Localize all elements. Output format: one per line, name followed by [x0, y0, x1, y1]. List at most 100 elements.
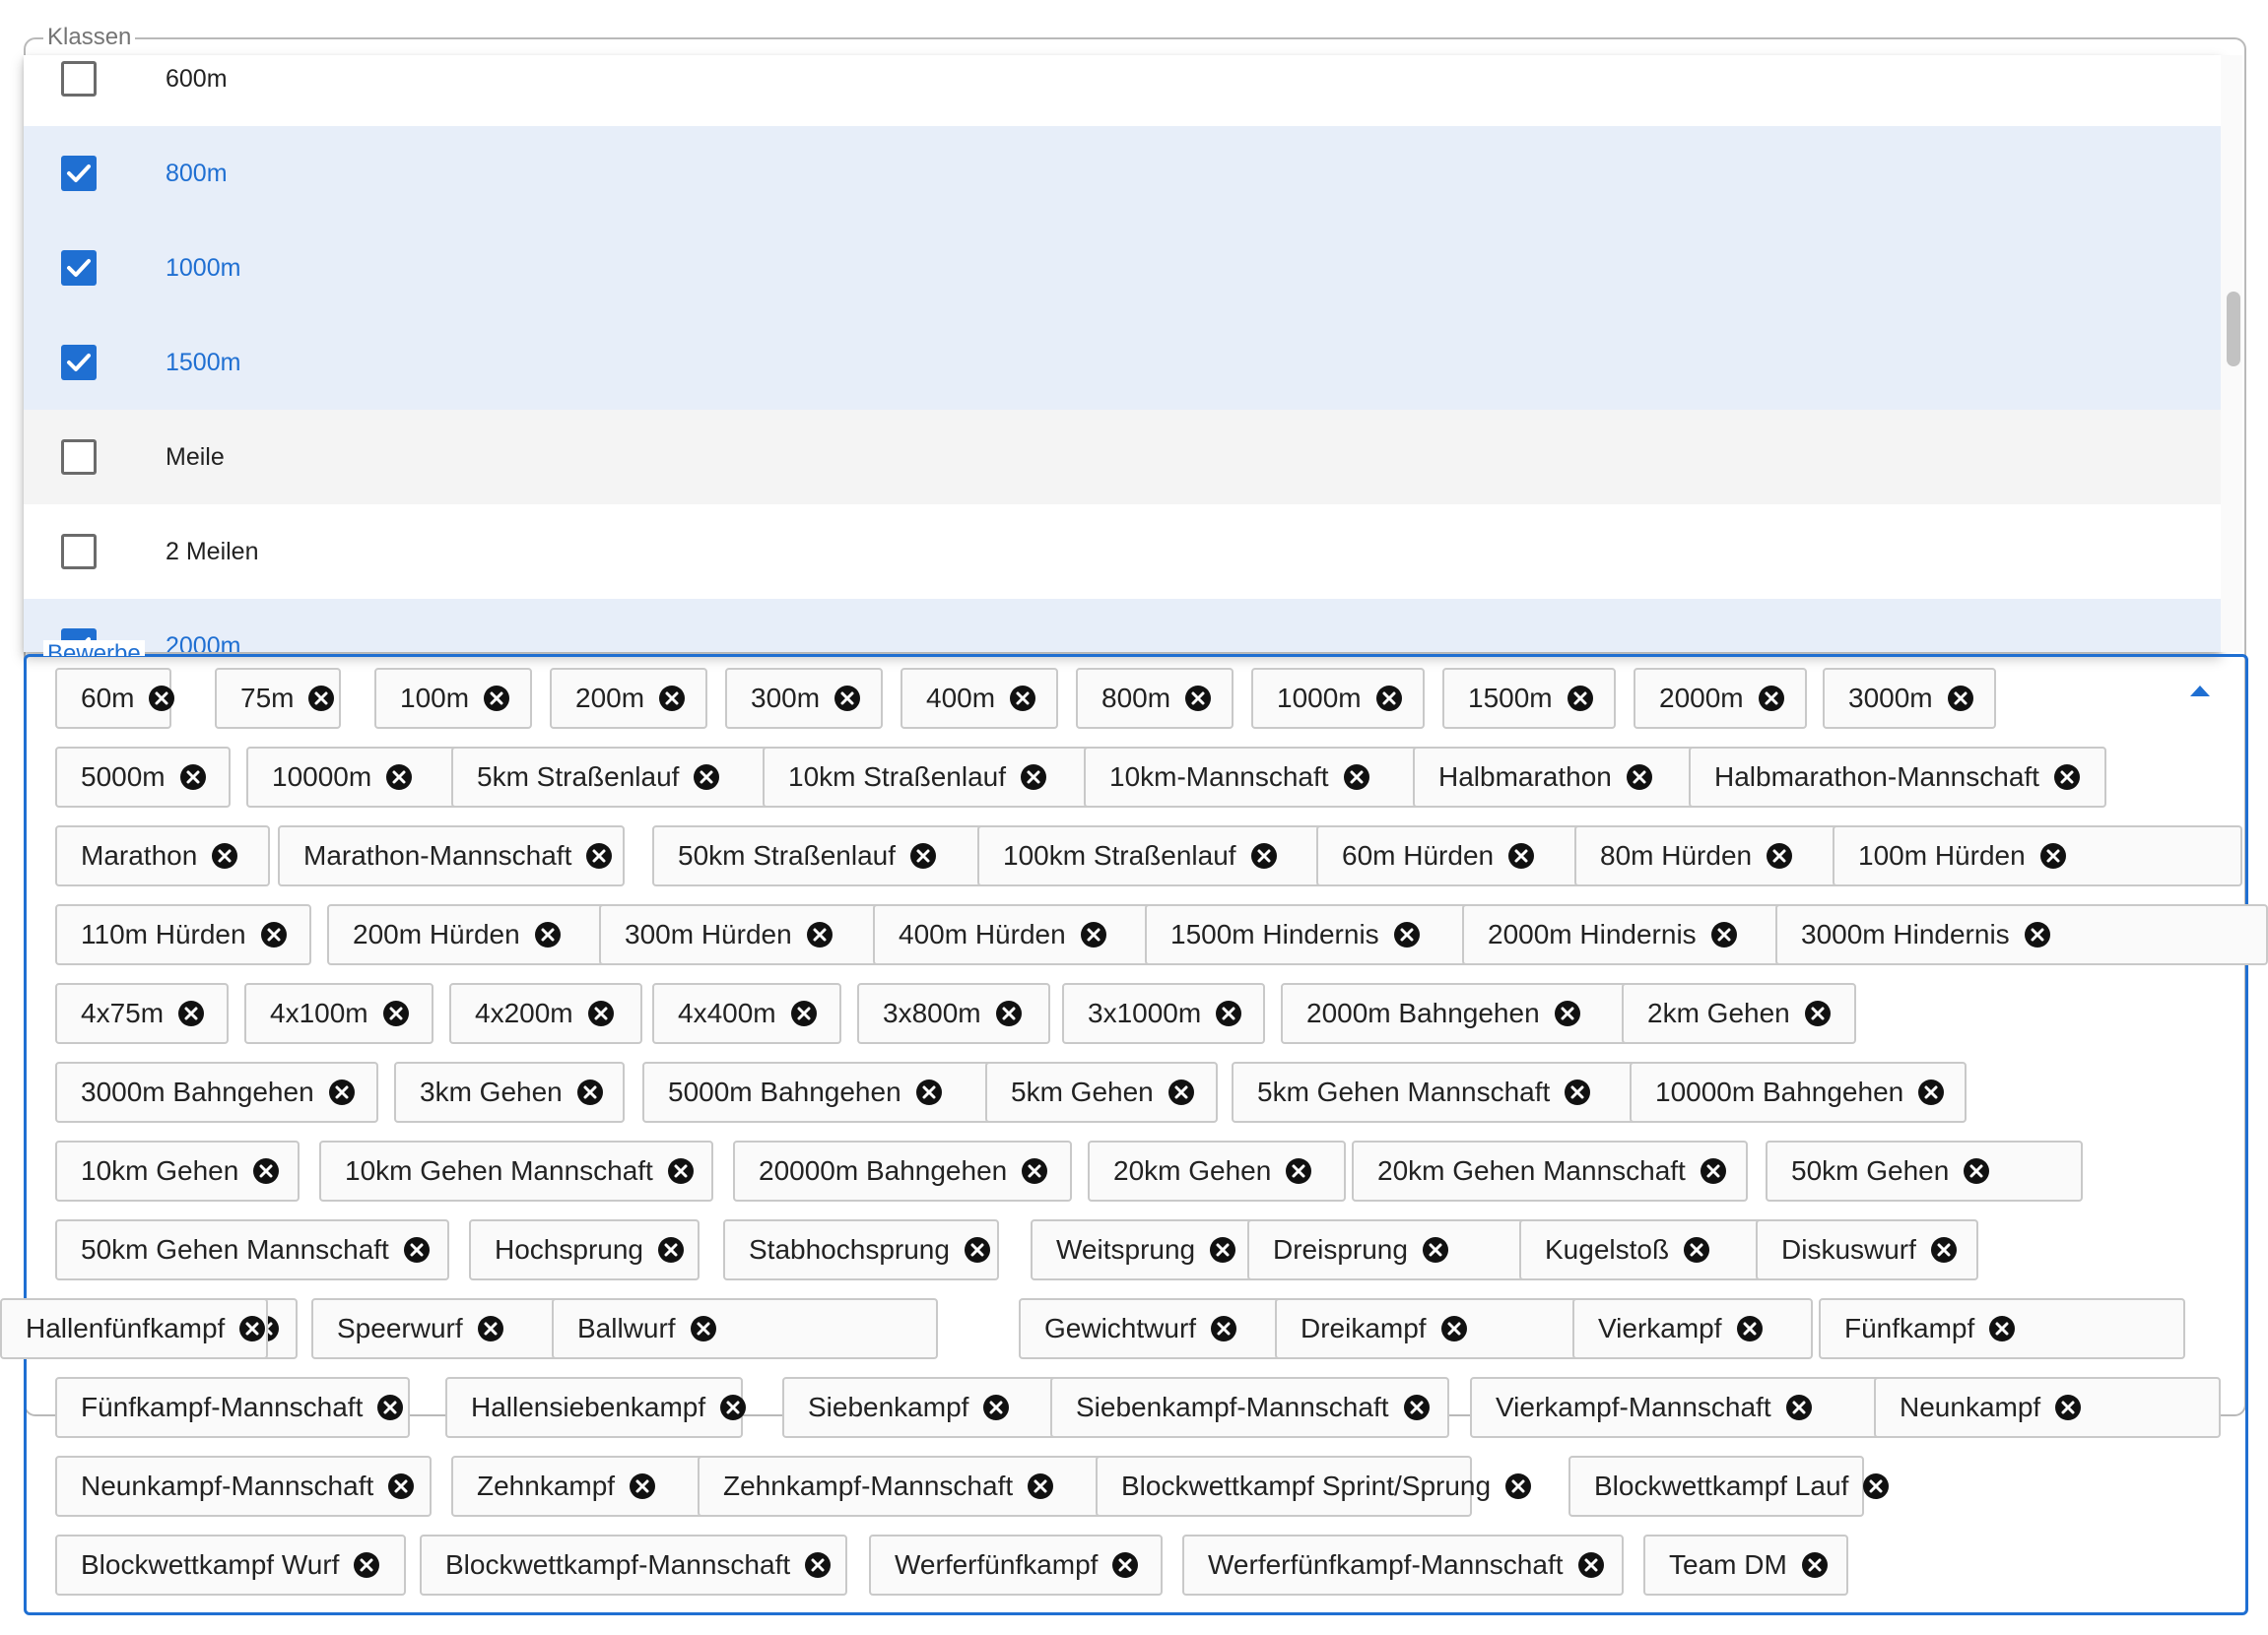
close-icon[interactable]	[1215, 1000, 1242, 1027]
selected-chip[interactable]: 4x200m	[449, 983, 642, 1044]
selected-chip[interactable]: 50km Gehen Mannschaft	[55, 1219, 449, 1280]
selected-chip[interactable]: Marathon	[55, 825, 270, 886]
selected-chip[interactable]: Siebenkampf-Mannschaft	[1050, 1377, 1449, 1438]
close-icon[interactable]	[1210, 1315, 1237, 1342]
klassen-dropdown-list[interactable]: 600m 800m 1000m 1500m Meile 2 Meilen 200…	[24, 55, 2221, 652]
close-icon[interactable]	[1564, 1079, 1591, 1106]
selected-chip[interactable]: 400m	[901, 668, 1058, 729]
selected-chip[interactable]: Fünfkampf-Mannschaft	[55, 1377, 410, 1438]
close-icon[interactable]	[1862, 1472, 1890, 1500]
close-icon[interactable]	[148, 685, 175, 712]
selected-chip[interactable]: 50km Gehen	[1766, 1141, 2083, 1202]
selected-chip[interactable]: Neunkampf-Mannschaft	[55, 1456, 432, 1517]
close-icon[interactable]	[834, 685, 861, 712]
selected-chip[interactable]: 10km Gehen Mannschaft	[319, 1141, 713, 1202]
close-icon[interactable]	[1393, 921, 1421, 948]
selected-chip[interactable]: 3000m Hindernis	[1775, 904, 2268, 965]
close-icon[interactable]	[915, 1079, 943, 1106]
close-icon[interactable]	[790, 1000, 818, 1027]
selected-chip[interactable]: Vierkampf	[1572, 1298, 1813, 1359]
checkbox[interactable]	[61, 345, 97, 380]
selected-chip[interactable]: Hallensiebenkampf	[445, 1377, 747, 1438]
close-icon[interactable]	[1567, 685, 1594, 712]
close-icon[interactable]	[1080, 921, 1107, 948]
selected-chip[interactable]: 1500m	[1442, 668, 1616, 729]
close-icon[interactable]	[328, 1079, 356, 1106]
selected-chip[interactable]: Neunkampf	[1874, 1377, 2221, 1438]
close-icon[interactable]	[534, 921, 562, 948]
close-icon[interactable]	[2024, 921, 2051, 948]
selected-chip[interactable]: Blockwettkampf-Mannschaft	[420, 1535, 847, 1596]
close-icon[interactable]	[1683, 1236, 1710, 1264]
selected-chip[interactable]: Hochsprung	[469, 1219, 700, 1280]
close-icon[interactable]	[719, 1394, 747, 1421]
selected-chip[interactable]: Ballwurf	[552, 1298, 938, 1359]
selected-chip[interactable]: Stabhochsprung	[723, 1219, 999, 1280]
close-icon[interactable]	[2054, 1394, 2082, 1421]
selected-chip[interactable]: 1000m	[1251, 668, 1425, 729]
scrollbar-thumb[interactable]	[2227, 292, 2240, 366]
close-icon[interactable]	[353, 1551, 380, 1579]
selected-chip[interactable]: 3km Gehen	[394, 1062, 625, 1123]
close-icon[interactable]	[1785, 1394, 1813, 1421]
selected-chip[interactable]: 5000m	[55, 747, 231, 808]
selected-chip[interactable]: Marathon-Mannschaft	[278, 825, 625, 886]
selected-chip[interactable]: 3x800m	[857, 983, 1050, 1044]
option-2-meilen[interactable]: 2 Meilen	[24, 504, 2221, 599]
selected-chip[interactable]: 5000m Bahngehen	[642, 1062, 1044, 1123]
close-icon[interactable]	[629, 1472, 656, 1500]
selected-chip[interactable]: Werferfünfkampf	[869, 1535, 1163, 1596]
close-icon[interactable]	[2039, 842, 2067, 870]
selected-chip[interactable]: 2000m	[1634, 668, 1807, 729]
close-icon[interactable]	[252, 1157, 280, 1185]
close-icon[interactable]	[576, 1079, 604, 1106]
close-icon[interactable]	[587, 1000, 615, 1027]
selected-chip[interactable]: Diskuswurf	[1756, 1219, 1978, 1280]
close-icon[interactable]	[1184, 685, 1212, 712]
option-meile[interactable]: Meile	[24, 410, 2221, 504]
close-icon[interactable]	[1507, 842, 1535, 870]
close-icon[interactable]	[690, 1315, 717, 1342]
close-icon[interactable]	[382, 1000, 410, 1027]
close-icon[interactable]	[909, 842, 937, 870]
selected-chip[interactable]: 5km Gehen	[985, 1062, 1218, 1123]
selected-chip[interactable]: 5km Gehen Mannschaft	[1232, 1062, 1671, 1123]
close-icon[interactable]	[1111, 1551, 1139, 1579]
close-icon[interactable]	[1947, 685, 1974, 712]
close-icon[interactable]	[804, 1551, 832, 1579]
close-icon[interactable]	[307, 685, 335, 712]
option-1000m[interactable]: 1000m	[24, 221, 2221, 315]
close-icon[interactable]	[1285, 1157, 1312, 1185]
close-icon[interactable]	[387, 1472, 415, 1500]
close-icon[interactable]	[1009, 685, 1036, 712]
close-icon[interactable]	[1027, 1472, 1054, 1500]
checkbox[interactable]	[61, 156, 97, 191]
selected-chip[interactable]: 4x400m	[652, 983, 841, 1044]
selected-chip[interactable]: Werferfünfkampf-Mannschaft	[1182, 1535, 1624, 1596]
close-icon[interactable]	[1403, 1394, 1431, 1421]
close-icon[interactable]	[1801, 1551, 1829, 1579]
close-icon[interactable]	[657, 1236, 685, 1264]
close-icon[interactable]	[177, 1000, 205, 1027]
close-icon[interactable]	[1440, 1315, 1468, 1342]
close-icon[interactable]	[1554, 1000, 1581, 1027]
selected-chip[interactable]: Weitsprung	[1031, 1219, 1267, 1280]
option-800m[interactable]: 800m	[24, 126, 2221, 221]
close-icon[interactable]	[238, 1315, 266, 1342]
selected-chip[interactable]: Halbmarathon-Mannschaft	[1689, 747, 2106, 808]
selected-chip[interactable]: 100m	[374, 668, 532, 729]
checkbox[interactable]	[61, 439, 97, 475]
selected-chip[interactable]: 10km Gehen	[55, 1141, 300, 1202]
checkbox[interactable]	[61, 61, 97, 97]
close-icon[interactable]	[1736, 1315, 1764, 1342]
selected-chip[interactable]: Zehnkampf-Mannschaft	[698, 1456, 1151, 1517]
close-icon[interactable]	[403, 1236, 431, 1264]
close-icon[interactable]	[1504, 1472, 1532, 1500]
close-icon[interactable]	[1167, 1079, 1195, 1106]
close-icon[interactable]	[1020, 763, 1047, 791]
close-icon[interactable]	[1021, 1157, 1048, 1185]
close-icon[interactable]	[1250, 842, 1278, 870]
option-1500m[interactable]: 1500m	[24, 315, 2221, 410]
selected-chip[interactable]: 20km Gehen Mannschaft	[1352, 1141, 1748, 1202]
selected-chip[interactable]: Blockwettkampf Wurf	[55, 1535, 406, 1596]
